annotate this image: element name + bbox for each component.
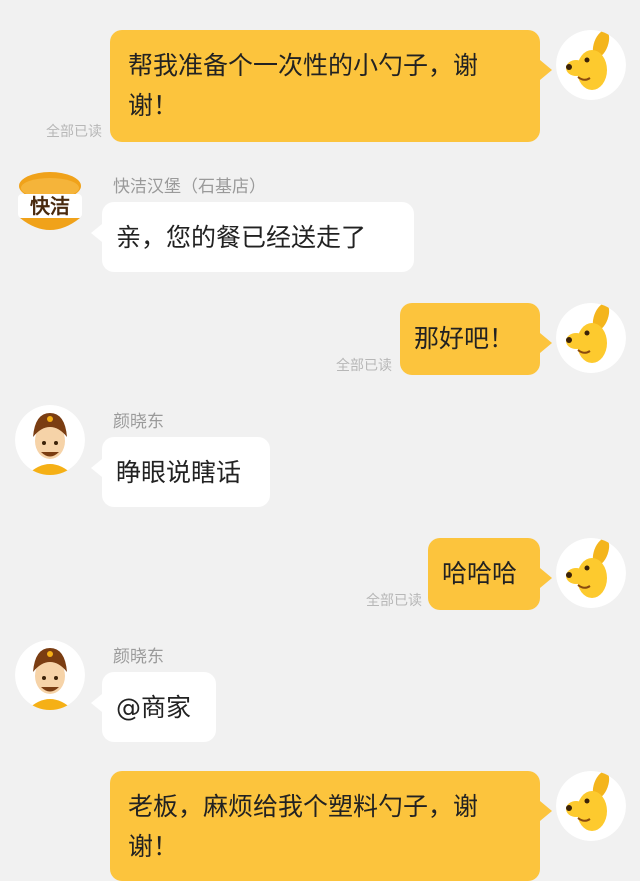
courier-avatar[interactable]: [15, 405, 85, 475]
dog-mascot-icon: [556, 538, 626, 608]
dog-mascot-icon: [556, 771, 626, 841]
sender-name: 颜晓东: [113, 412, 164, 432]
read-status: 全部已读: [366, 593, 422, 609]
message-bubble[interactable]: 帮我准备个一次性的小勺子，谢谢！: [110, 30, 552, 142]
sender-name: 颜晓东: [113, 647, 164, 667]
svg-text:快洁: 快洁: [30, 194, 70, 218]
user-avatar[interactable]: [556, 30, 626, 100]
dog-mascot-icon: [556, 30, 626, 100]
message-bubble[interactable]: @商家: [91, 672, 216, 742]
user-avatar[interactable]: [556, 538, 626, 608]
courier-person-icon: [15, 640, 85, 710]
message-bubble[interactable]: 那好吧！: [400, 303, 552, 375]
shop-avatar[interactable]: 快洁: [15, 168, 85, 238]
sender-name: 快洁汉堡（石基店）: [113, 177, 266, 197]
user-avatar[interactable]: [556, 303, 626, 373]
courier-avatar[interactable]: [15, 640, 85, 710]
message-bubble[interactable]: 老板，麻烦给我个塑料勺子，谢谢！: [110, 771, 552, 881]
user-avatar[interactable]: [556, 771, 626, 841]
message-bubble[interactable]: 哈哈哈: [428, 538, 552, 610]
message-bubble[interactable]: 睁眼说瞎话: [91, 437, 270, 507]
courier-person-icon: [15, 405, 85, 475]
read-status: 全部已读: [336, 358, 392, 374]
message-bubble[interactable]: 亲，您的餐已经送走了: [91, 202, 414, 272]
burger-logo-icon: 快洁: [18, 172, 82, 230]
dog-mascot-icon: [556, 303, 626, 373]
read-status: 全部已读: [46, 124, 102, 140]
